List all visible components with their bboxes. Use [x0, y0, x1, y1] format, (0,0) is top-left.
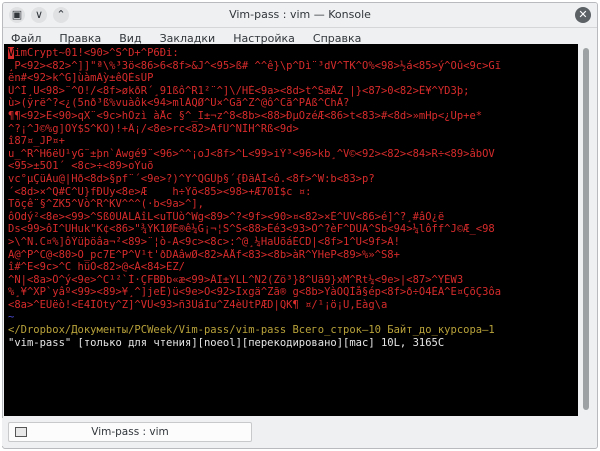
terminal-line: Ds<99>ôI^UHuk"K¢<86>"¾ÝK1ØÉ®ê¼G¡¬¦S^S<88… [8, 223, 495, 236]
tab-label: Vim-pass : vim [91, 426, 169, 438]
terminal-line: ù>(ÿrë^?<¿(5nð³ß%vuàôk<94>mlÁQØ^U×^Gã^Z^… [8, 97, 350, 110]
window-title: Vim-pass : vim — Konsole [229, 8, 371, 21]
terminal-scrollbar[interactable] [578, 44, 594, 416]
terminal-line: Û^Ì¸U<98>¨^O!/<8f>økðR´¸91ßô^R1²¨^]\/HÈ<… [8, 84, 470, 97]
close-icon[interactable]: ✕ [575, 7, 591, 23]
tab-vim-pass[interactable]: Vim-pass : vim [8, 422, 252, 442]
terminal-line: ôOdý²<8e><99>^Sß0ÜÀLÄîL<uTÜò^Wg<89>^?<9f… [8, 210, 445, 223]
title-bar: ▣ ∨ ⌃ Vim-pass : vim — Konsole ✕ [3, 3, 597, 28]
terminal-line: ¸P<92><82>^]]"ª\%³3ö<86>6<8f>&J^<95>ß# ^… [8, 59, 502, 72]
terminal-line: î#^E<9c>^C hüÒ<82>@<Á<84>ÉZ/ [8, 261, 186, 274]
vim-status-line: </Dropbox/Документы/PCWeek/Vim-pass/vim-… [8, 324, 495, 337]
terminal-line: VimCrypt~01!<90>^S^D+^P6Ði: [8, 47, 179, 59]
terminal-line: >\^N.C¤%]ôÝüþöâa¬²<89>¨¦ò-A<9c><8c>:^@¸¼… [8, 235, 400, 248]
scrollbar-thumb[interactable] [583, 48, 589, 410]
terminal-area[interactable]: VimCrypt~01!<90>^S^D+^P6Ði: ¸P<92><82>^]… [4, 44, 578, 416]
terminal-line: <8a>^EÜëò!<E4ÏÖty^Z]^VÛ<93>ñ3ÙáIu^Z4èÙtP… [8, 298, 388, 311]
terminal-line: ^?¡^J©%g]ÖÝ$S^KÔ)!+Â¡/<8e>rc<82>AfÙ^NÌH^… [8, 122, 299, 135]
terminal-line: ¶¶<92>Ë<90>qX¨<9c>hÔzì àÅc §^_I±¬z^8<8b>… [8, 109, 483, 122]
vim-message-line: "vim-pass" [только для чтения][noeol][пе… [8, 336, 445, 349]
terminal-line: Ä@^P^C@<80>O_pc7E^P^V¹t'ðDÄâwØ<82>ÂÅf<83… [8, 248, 400, 261]
terminal-line: vc°µÇüÀu@|Hð<8d>§pf¨´<9e>?)^Y^QGÜþ§´{ÐäÀ… [8, 172, 375, 185]
terminal-line: u_^R^H6ëÙ¹yG¨±þn`Àwgé9¨<96>^^¡oJ<8f>^L<9… [8, 147, 495, 160]
empty-line-tilde: ~ [8, 311, 15, 324]
terminal-line: ën#<92>k^G]ùàmÄỳ±êQÈsÚP [8, 72, 154, 85]
terminal-line: Tõçê¨§^ZK5^Vò^R^KV^^^(·b<9a>^], [8, 198, 204, 211]
terminal-line: %¸¥^XP`yâº<99><89>¥¸^]jeÊ)ü<9e>Ö<92>Ïxgä… [8, 286, 502, 299]
terminal-line: ^N|<8a>Ô^ý<9e>^C¹²`Ì·ÇFBÐb«æ<99>ÂÏ±YLL^N… [8, 273, 464, 286]
terminal-line: î87¤_JP¤+ [8, 135, 65, 148]
tab-bar: Vim-pass : vim [2, 418, 596, 446]
terminal-line: <95>±5Ö1´ <8c>÷<89>oÝuõ [8, 160, 154, 173]
terminal-line: ´<8d>×^Q#C^U}fÐÜy<8e>Æ h÷Ýõ<85><98>+Æ70Î… [8, 185, 312, 198]
